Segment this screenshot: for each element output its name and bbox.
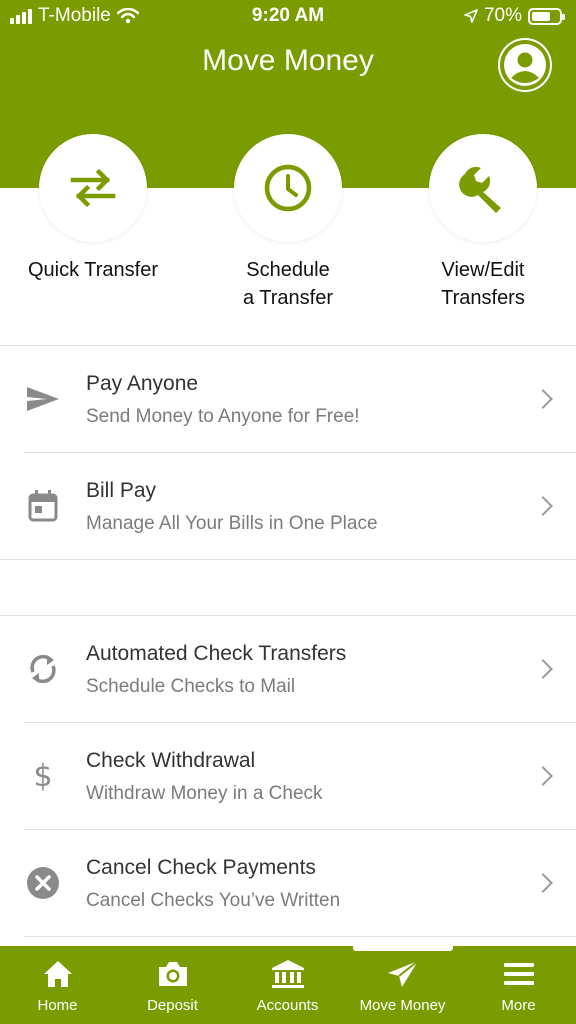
row-subtitle: Send Money to Anyone for Free! xyxy=(86,406,360,427)
person-circle-icon xyxy=(500,40,550,90)
row-subtitle: Schedule Checks to Mail xyxy=(86,676,296,697)
chevron-right-icon xyxy=(533,873,553,893)
tab-label: More xyxy=(501,997,536,1014)
active-tab-indicator xyxy=(353,946,453,951)
chevron-right-icon xyxy=(533,766,553,786)
bill-pay-row[interactable]: Bill Pay Manage All Your Bills in One Pl… xyxy=(0,453,576,559)
schedule-transfer-button[interactable] xyxy=(234,134,342,242)
row-subtitle: Cancel Checks You’ve Written xyxy=(86,890,341,911)
pay-anyone-row[interactable]: Pay Anyone Send Money to Anyone for Free… xyxy=(0,346,576,452)
tab-deposit[interactable]: Deposit xyxy=(115,946,230,1024)
divider xyxy=(24,936,576,937)
tab-move-money[interactable]: Move Money xyxy=(345,946,460,1024)
row-title: Check Withdrawal xyxy=(86,749,256,772)
row-subtitle: Withdraw Money in a Check xyxy=(86,783,323,804)
row-title: Cancel Check Payments xyxy=(86,856,316,879)
wrench-icon xyxy=(459,166,501,213)
send-icon xyxy=(24,380,62,418)
cancel-circle-icon xyxy=(24,864,62,902)
tab-home[interactable]: Home xyxy=(0,946,115,1024)
location-arrow-icon xyxy=(464,9,478,23)
clock-icon xyxy=(264,164,312,212)
tab-more[interactable]: More xyxy=(461,946,576,1024)
quick-transfer-button[interactable] xyxy=(39,134,147,242)
tab-label: Accounts xyxy=(256,997,319,1014)
bank-icon xyxy=(230,959,345,991)
dollar-icon: $ xyxy=(33,758,53,794)
chevron-right-icon xyxy=(533,496,553,516)
chevron-right-icon xyxy=(533,389,553,409)
sync-icon xyxy=(24,650,62,688)
battery-icon xyxy=(528,7,565,25)
view-edit-transfers-button[interactable] xyxy=(429,134,537,242)
battery-fill xyxy=(532,11,551,21)
tab-bar: Home Deposit Accounts Move Money More xyxy=(0,946,576,1024)
quick-transfer-label: Quick Transfer xyxy=(27,259,159,281)
chevron-right-icon xyxy=(533,659,553,679)
schedule-transfer-label: Schedule a Transfer xyxy=(242,259,334,309)
tab-label: Deposit xyxy=(147,997,198,1014)
battery-percent: 70% xyxy=(483,5,522,26)
tab-label: Move Money xyxy=(359,997,446,1014)
cancel-check-payments-row[interactable]: Cancel Check Payments Cancel Checks You’… xyxy=(0,830,576,936)
row-title: Bill Pay xyxy=(86,479,157,502)
paper-plane-icon xyxy=(345,959,460,991)
menu-icon xyxy=(461,959,576,991)
status-right: 70% xyxy=(464,5,565,27)
home-icon xyxy=(0,959,115,991)
calendar-icon xyxy=(24,487,62,525)
tab-accounts[interactable]: Accounts xyxy=(230,946,345,1024)
divider xyxy=(0,559,576,560)
check-withdrawal-row[interactable]: $ Check Withdrawal Withdraw Money in a C… xyxy=(0,723,576,829)
camera-icon xyxy=(115,959,230,991)
page-title: Move Money xyxy=(202,44,374,77)
row-subtitle: Manage All Your Bills in One Place xyxy=(86,513,378,534)
status-bar: T-Mobile 9:20 AM 70% xyxy=(0,0,576,34)
tab-label: Home xyxy=(37,997,78,1014)
view-edit-transfers-label: View/Edit Transfers xyxy=(441,259,525,309)
profile-button[interactable] xyxy=(498,38,552,92)
swap-arrows-icon xyxy=(70,168,116,208)
automated-check-transfers-row[interactable]: Automated Check Transfers Schedule Check… xyxy=(0,616,576,722)
row-title: Automated Check Transfers xyxy=(86,642,347,665)
row-title: Pay Anyone xyxy=(86,372,199,395)
